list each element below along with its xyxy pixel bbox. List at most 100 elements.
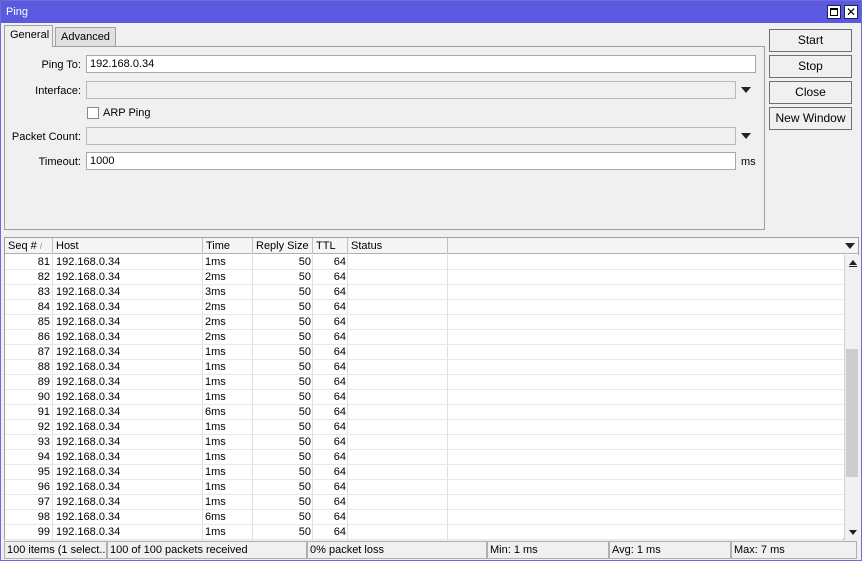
table-row[interactable]: 83 192.168.0.34 3ms 50 64 [5, 285, 843, 300]
scroll-top-icon[interactable] [849, 266, 857, 267]
cell-time: 1ms [205, 451, 226, 463]
table-row[interactable]: 89 192.168.0.34 1ms 50 64 [5, 375, 843, 390]
close-window-button[interactable]: ✕ [844, 5, 858, 19]
cell-status [350, 451, 448, 465]
arp-ping-label: ARP Ping [103, 107, 151, 119]
cell-seq: 82 [37, 271, 50, 283]
cell-status [350, 481, 448, 495]
cell-seq: 88 [37, 361, 50, 373]
maximize-button[interactable] [827, 5, 841, 19]
packet-count-select[interactable] [86, 127, 736, 145]
ping-to-input[interactable]: 192.168.0.34 [86, 55, 756, 73]
tab-general[interactable]: General [4, 25, 53, 47]
cell-seq: 86 [37, 331, 50, 343]
ping-to-label: Ping To: [41, 59, 81, 71]
cell-host: 192.168.0.34 [56, 286, 121, 298]
table-row[interactable]: 81 192.168.0.34 1ms 50 64 [5, 255, 843, 270]
interface-label: Interface: [35, 85, 81, 97]
table-row[interactable]: 82 192.168.0.34 2ms 50 64 [5, 270, 843, 285]
cell-seq: 92 [37, 421, 50, 433]
cell-host: 192.168.0.34 [56, 391, 121, 403]
table-row[interactable]: 99 192.168.0.34 1ms 50 64 [5, 525, 843, 540]
col-time[interactable]: Time [203, 238, 253, 254]
close-icon: ✕ [845, 5, 857, 19]
cell-reply-size: 50 [298, 301, 311, 313]
timeout-input[interactable]: 1000 [86, 152, 736, 170]
cell-reply-size: 50 [298, 451, 311, 463]
timeout-unit: ms [741, 156, 756, 168]
cell-host: 192.168.0.34 [56, 526, 121, 538]
scroll-up-icon[interactable] [849, 260, 857, 265]
cell-status [350, 466, 448, 480]
col-status[interactable]: Status [348, 238, 448, 254]
stop-button[interactable]: Stop [769, 55, 852, 78]
packet-count-dropdown-icon[interactable] [741, 133, 751, 139]
tab-advanced[interactable]: Advanced [55, 27, 116, 47]
table-row[interactable]: 98 192.168.0.34 6ms 50 64 [5, 510, 843, 525]
cell-status [350, 256, 448, 270]
cell-ttl: 64 [333, 331, 346, 343]
status-loss: 0% packet loss [307, 541, 487, 559]
cell-host: 192.168.0.34 [56, 271, 121, 283]
cell-seq: 83 [37, 286, 50, 298]
cell-host: 192.168.0.34 [56, 451, 121, 463]
cell-ttl: 64 [333, 436, 346, 448]
cell-reply-size: 50 [298, 481, 311, 493]
cell-reply-size: 50 [298, 406, 311, 418]
col-reply-size[interactable]: Reply Size [253, 238, 313, 254]
table-row[interactable]: 95 192.168.0.34 1ms 50 64 [5, 465, 843, 480]
table-row[interactable]: 86 192.168.0.34 2ms 50 64 [5, 330, 843, 345]
table-row[interactable]: 91 192.168.0.34 6ms 50 64 [5, 405, 843, 420]
col-ttl[interactable]: TTL [313, 238, 348, 254]
cell-seq: 84 [37, 301, 50, 313]
new-window-button[interactable]: New Window [769, 107, 852, 130]
table-row[interactable]: 92 192.168.0.34 1ms 50 64 [5, 420, 843, 435]
scroll-down-icon[interactable] [849, 530, 857, 535]
cell-time: 1ms [205, 526, 226, 538]
cell-ttl: 64 [333, 391, 346, 403]
cell-reply-size: 50 [298, 526, 311, 538]
packet-count-label: Packet Count: [11, 131, 81, 143]
cell-ttl: 64 [333, 346, 346, 358]
cell-status [350, 496, 448, 510]
cell-reply-size: 50 [298, 466, 311, 478]
cell-ttl: 64 [333, 511, 346, 523]
column-menu-icon[interactable] [845, 243, 855, 249]
table-row[interactable]: 87 192.168.0.34 1ms 50 64 [5, 345, 843, 360]
cell-seq: 94 [37, 451, 50, 463]
cell-status [350, 286, 448, 300]
cell-ttl: 64 [333, 316, 346, 328]
table-row[interactable]: 94 192.168.0.34 1ms 50 64 [5, 450, 843, 465]
table-row[interactable]: 96 192.168.0.34 1ms 50 64 [5, 480, 843, 495]
arp-ping-checkbox[interactable] [87, 107, 99, 119]
table-row[interactable]: 84 192.168.0.34 2ms 50 64 [5, 300, 843, 315]
cell-time: 1ms [205, 256, 226, 268]
title-bar[interactable]: Ping ✕ [1, 1, 861, 23]
start-button[interactable]: Start [769, 29, 852, 52]
close-button[interactable]: Close [769, 81, 852, 104]
table-row[interactable]: 93 192.168.0.34 1ms 50 64 [5, 435, 843, 450]
cell-ttl: 64 [333, 481, 346, 493]
status-min: Min: 1 ms [487, 541, 609, 559]
table-row[interactable]: 85 192.168.0.34 2ms 50 64 [5, 315, 843, 330]
interface-dropdown-icon[interactable] [741, 87, 751, 93]
cell-reply-size: 50 [298, 511, 311, 523]
cell-reply-size: 50 [298, 271, 311, 283]
col-seq[interactable]: Seq # / [5, 238, 53, 254]
cell-seq: 81 [37, 256, 50, 268]
status-received: 100 of 100 packets received [107, 541, 307, 559]
scroll-thumb[interactable] [846, 349, 858, 477]
table-row[interactable]: 88 192.168.0.34 1ms 50 64 [5, 360, 843, 375]
table-row[interactable]: 90 192.168.0.34 1ms 50 64 [5, 390, 843, 405]
cell-reply-size: 50 [298, 496, 311, 508]
vertical-scrollbar[interactable] [844, 255, 859, 540]
cell-status [350, 376, 448, 390]
col-host[interactable]: Host [53, 238, 203, 254]
cell-status [350, 436, 448, 450]
cell-seq: 91 [37, 406, 50, 418]
interface-select[interactable] [86, 81, 736, 99]
table-row[interactable]: 97 192.168.0.34 1ms 50 64 [5, 495, 843, 510]
cell-status [350, 271, 448, 285]
cell-time: 2ms [205, 271, 226, 283]
cell-status [350, 421, 448, 435]
